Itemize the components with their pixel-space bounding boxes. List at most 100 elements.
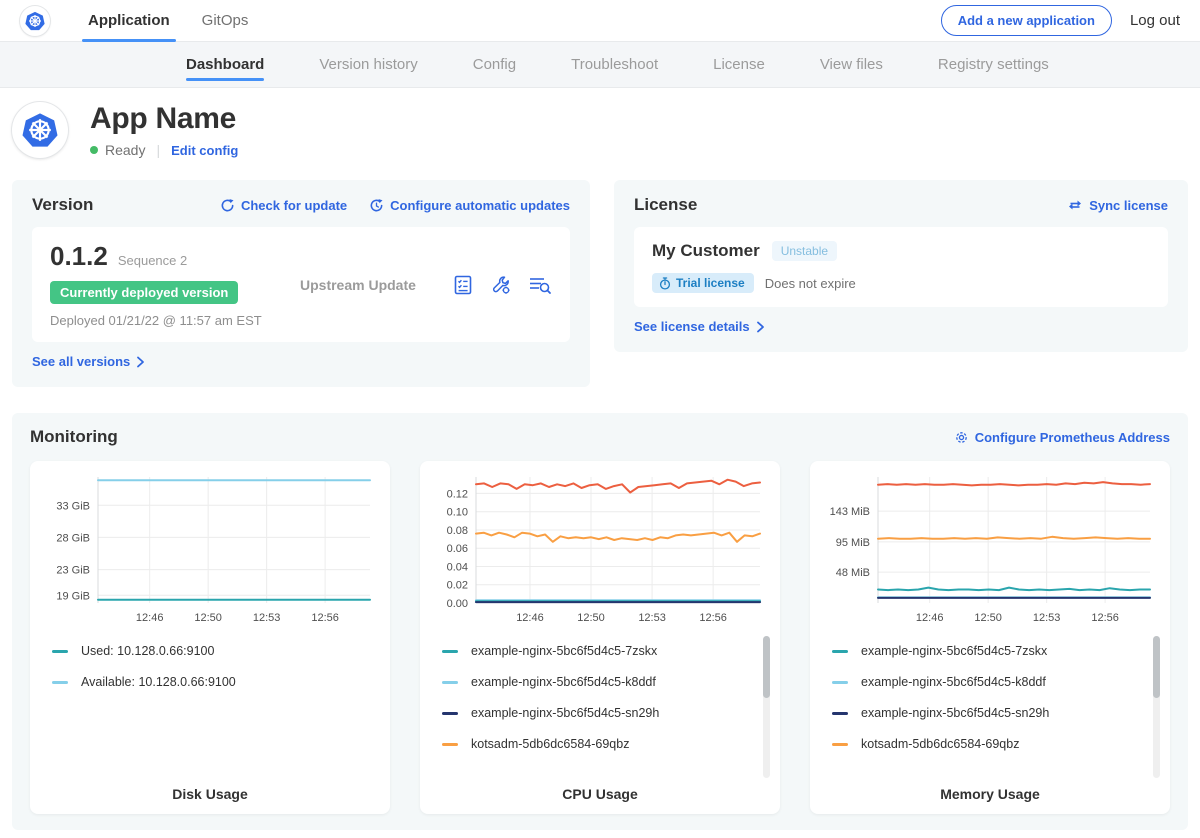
- svg-text:143 MiB: 143 MiB: [830, 506, 870, 518]
- cpu-usage-legend: example-nginx-5bc6f5d4c5-7zskx example-n…: [428, 634, 772, 780]
- deployed-timestamp: Deployed 01/21/22 @ 11:57 am EST: [50, 313, 300, 328]
- brand-logo[interactable]: [20, 0, 50, 41]
- scrollbar-thumb[interactable]: [763, 636, 770, 698]
- series-color-dash: [442, 681, 458, 684]
- edit-config-wrench-icon[interactable]: [490, 274, 512, 296]
- legend-item: kotsadm-5db6dc6584-69qbz: [832, 737, 1152, 751]
- charts-row: 12:4612:5012:5312:5633 GiB28 GiB23 GiB19…: [30, 461, 1170, 814]
- app-header-text: App Name Ready | Edit config: [90, 102, 238, 158]
- memory-usage-legend: example-nginx-5bc6f5d4c5-7zskx example-n…: [818, 634, 1162, 780]
- scrollbar-thumb[interactable]: [1153, 636, 1160, 698]
- tab-version-history[interactable]: Version history: [319, 42, 417, 87]
- svg-text:12:46: 12:46: [136, 612, 164, 624]
- svg-text:0.02: 0.02: [447, 580, 468, 592]
- currently-deployed-badge: Currently deployed version: [50, 281, 238, 304]
- add-new-application-button[interactable]: Add a new application: [941, 5, 1112, 36]
- cpu-usage-chart: 12:4612:5012:5312:560.120.100.080.060.04…: [428, 469, 772, 634]
- license-card-header: License Sync license: [634, 195, 1168, 215]
- sync-icon: [1067, 198, 1083, 212]
- version-card: Version Check for update Configure autom…: [12, 180, 590, 387]
- series-color-dash: [442, 743, 458, 746]
- configure-automatic-updates-link[interactable]: Configure automatic updates: [369, 198, 570, 213]
- app-title: App Name: [90, 102, 238, 136]
- legend-label: example-nginx-5bc6f5d4c5-sn29h: [471, 706, 659, 720]
- legend-label: Used: 10.128.0.66:9100: [81, 644, 214, 658]
- license-card: License Sync license My Customer Unstabl…: [614, 180, 1188, 352]
- disk-usage-legend: Used: 10.128.0.66:9100 Available: 10.128…: [38, 634, 382, 780]
- legend-scrollbar[interactable]: [1153, 636, 1160, 778]
- disk-usage-chart: 12:4612:5012:5312:5633 GiB28 GiB23 GiB19…: [38, 469, 382, 634]
- series-color-dash: [52, 650, 68, 653]
- sync-license-link[interactable]: Sync license: [1067, 198, 1168, 213]
- chart-title: CPU Usage: [428, 786, 772, 802]
- tab-dashboard[interactable]: Dashboard: [186, 42, 264, 87]
- legend-label: example-nginx-5bc6f5d4c5-k8ddf: [471, 675, 656, 689]
- version-card-header: Version Check for update Configure autom…: [32, 195, 570, 215]
- app-sub-nav: Dashboard Version history Config Trouble…: [0, 42, 1200, 88]
- app-status-row: Ready | Edit config: [90, 142, 238, 158]
- chevron-right-icon: [136, 356, 145, 368]
- legend-item: Available: 10.128.0.66:9100: [52, 675, 372, 689]
- svg-text:12:50: 12:50: [194, 612, 222, 624]
- svg-text:0.12: 0.12: [447, 488, 468, 500]
- view-deploy-logs-icon[interactable]: [528, 274, 552, 296]
- svg-text:23 GiB: 23 GiB: [56, 565, 90, 577]
- version-info: 0.1.2 Sequence 2 Currently deployed vers…: [50, 241, 300, 328]
- series-color-dash: [832, 650, 848, 653]
- svg-text:0.00: 0.00: [447, 598, 468, 610]
- monitoring-title: Monitoring: [30, 427, 118, 447]
- chart-title: Disk Usage: [38, 786, 382, 802]
- svg-text:12:46: 12:46: [516, 612, 544, 624]
- edit-config-link[interactable]: Edit config: [171, 143, 238, 158]
- kubernetes-logo-icon: [20, 6, 50, 36]
- svg-text:33 GiB: 33 GiB: [56, 500, 90, 512]
- monitoring-panel: Monitoring Configure Prometheus Address …: [12, 413, 1188, 830]
- version-number: 0.1.2: [50, 241, 108, 272]
- divider: |: [156, 142, 160, 158]
- check-for-update-link[interactable]: Check for update: [220, 198, 347, 213]
- legend-label: example-nginx-5bc6f5d4c5-7zskx: [471, 644, 657, 658]
- legend-item: example-nginx-5bc6f5d4c5-sn29h: [442, 706, 762, 720]
- legend-item: Used: 10.128.0.66:9100: [52, 644, 372, 658]
- top-nav: Application GitOps Add a new application…: [0, 0, 1200, 42]
- legend-item: example-nginx-5bc6f5d4c5-7zskx: [832, 644, 1152, 658]
- see-all-versions-link[interactable]: See all versions: [32, 354, 145, 369]
- license-title: License: [634, 195, 697, 215]
- kots-admin-dashboard: Application GitOps Add a new application…: [0, 0, 1200, 830]
- chevron-right-icon: [756, 321, 765, 333]
- svg-text:19 GiB: 19 GiB: [56, 590, 90, 602]
- customer-name: My Customer: [652, 241, 760, 261]
- configure-prometheus-link[interactable]: Configure Prometheus Address: [954, 430, 1170, 445]
- legend-label: kotsadm-5db6dc6584-69qbz: [861, 737, 1019, 751]
- legend-label: Available: 10.128.0.66:9100: [81, 675, 236, 689]
- preflight-checks-icon[interactable]: [452, 274, 474, 296]
- series-color-dash: [52, 681, 68, 684]
- tab-application[interactable]: Application: [76, 0, 182, 41]
- tab-license[interactable]: License: [713, 42, 765, 87]
- version-actions: Check for update Configure automatic upd…: [220, 198, 570, 213]
- tab-registry-settings[interactable]: Registry settings: [938, 42, 1049, 87]
- series-color-dash: [832, 712, 848, 715]
- legend-scrollbar[interactable]: [763, 636, 770, 778]
- legend-label: example-nginx-5bc6f5d4c5-k8ddf: [861, 675, 1046, 689]
- legend-label: example-nginx-5bc6f5d4c5-7zskx: [861, 644, 1047, 658]
- scheduled-update-icon: [369, 198, 384, 213]
- legend-item: example-nginx-5bc6f5d4c5-k8ddf: [442, 675, 762, 689]
- see-license-details-link[interactable]: See license details: [634, 319, 765, 334]
- tab-config[interactable]: Config: [473, 42, 516, 87]
- version-icon-actions: [452, 274, 552, 296]
- legend-item: kotsadm-5db6dc6584-69qbz: [442, 737, 762, 751]
- tab-view-files[interactable]: View files: [820, 42, 883, 87]
- legend-label: kotsadm-5db6dc6584-69qbz: [471, 737, 629, 751]
- logout-button[interactable]: Log out: [1130, 12, 1180, 29]
- refresh-icon: [220, 198, 235, 213]
- trial-license-badge: Trial license: [652, 273, 754, 293]
- svg-text:0.10: 0.10: [447, 507, 468, 519]
- legend-label: example-nginx-5bc6f5d4c5-sn29h: [861, 706, 1049, 720]
- cpu-usage-card: 12:4612:5012:5312:560.120.100.080.060.04…: [420, 461, 780, 814]
- tab-gitops[interactable]: GitOps: [190, 0, 261, 41]
- svg-text:12:56: 12:56: [311, 612, 339, 624]
- tab-troubleshoot[interactable]: Troubleshoot: [571, 42, 658, 87]
- version-sequence: Sequence 2: [118, 253, 187, 268]
- monitoring-header: Monitoring Configure Prometheus Address: [30, 427, 1170, 447]
